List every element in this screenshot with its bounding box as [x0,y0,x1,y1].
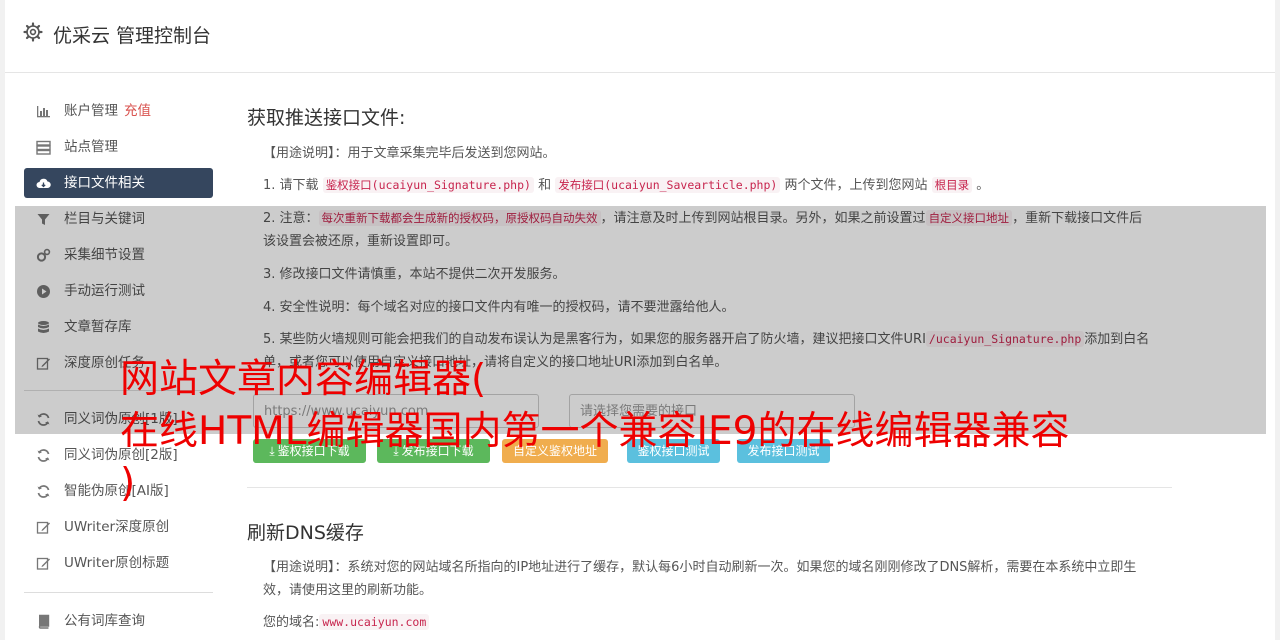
domain-row: 您的域名: www.ucaiyun.com [263,611,1153,634]
page-title: 优采云 管理控制台 [53,25,212,47]
domain-value: www.ucaiyun.com [319,614,430,630]
sidebar-item-label: 接口文件相关 [64,175,145,191]
sidebar-divider [24,592,213,593]
server-icon [36,140,51,155]
dns-usage-note: 【用途说明】：系统对您的网站域名所指向的IP地址进行了缓存，默认每6小时自动刷新… [263,560,1137,598]
overlay-headline: 网站文章内容编辑器( 在线HTML编辑器国内第一个兼容IE9的在线编辑器兼容 ) [120,354,1180,510]
usage-note: 【用途说明】：用于文章采集完毕后发送到您网站。 [263,146,556,161]
domain-label: 您的域名: [263,615,320,630]
gear-icon[interactable] [23,22,43,42]
sidebar-item-sites[interactable]: 站点管理 [24,132,213,162]
overlay-line-3: ) [120,461,136,506]
section-title-dns: 刷新DNS缓存 [247,522,364,544]
auth-file-code: 鉴权接口(ucaiyun_Signature.php) [322,177,534,193]
sidebar-item-uwriter-title[interactable]: UWriter原创标题 [24,548,213,578]
sidebar-item-interface-files[interactable]: 接口文件相关 [24,168,213,198]
sidebar-item-label: 账户管理 [64,103,118,119]
instruction-item-1: 1. 请下载 鉴权接口(ucaiyun_Signature.php) 和 发布接… [263,177,990,193]
root-dir-code: 根目录 [931,177,973,193]
edit-icon [36,521,50,534]
overlay-line-2: 在线HTML编辑器国内第一个兼容IE9的在线编辑器兼容 [120,409,1070,454]
cloud-download-icon [36,178,51,188]
sidebar-item-uwriter-deep[interactable]: UWriter深度原创 [24,512,213,542]
recharge-link[interactable]: 充值 [124,103,151,119]
section-title-interface-files: 获取推送接口文件: [247,107,406,129]
top-bar: 优采云 管理控制台 [5,0,1275,73]
sidebar-item-label: UWriter原创标题 [64,555,170,571]
overlay-line-1: 网站文章内容编辑器( [120,357,487,402]
edit-icon [36,557,50,570]
sidebar-item-account[interactable]: 账户管理 充值 [24,96,213,126]
sidebar-item-public-lexicon[interactable]: 公有词库查询 [24,606,213,636]
sidebar-item-label: UWriter深度原创 [64,519,170,535]
refresh-icon [37,449,50,462]
sidebar-item-label: 站点管理 [64,139,118,155]
refresh-icon [37,485,50,498]
bar-chart-icon [37,106,50,118]
book-icon [38,614,50,629]
publish-file-code: 发布接口(ucaiyun_Savearticle.php) [555,177,781,193]
sidebar-item-label: 公有词库查询 [64,613,145,629]
